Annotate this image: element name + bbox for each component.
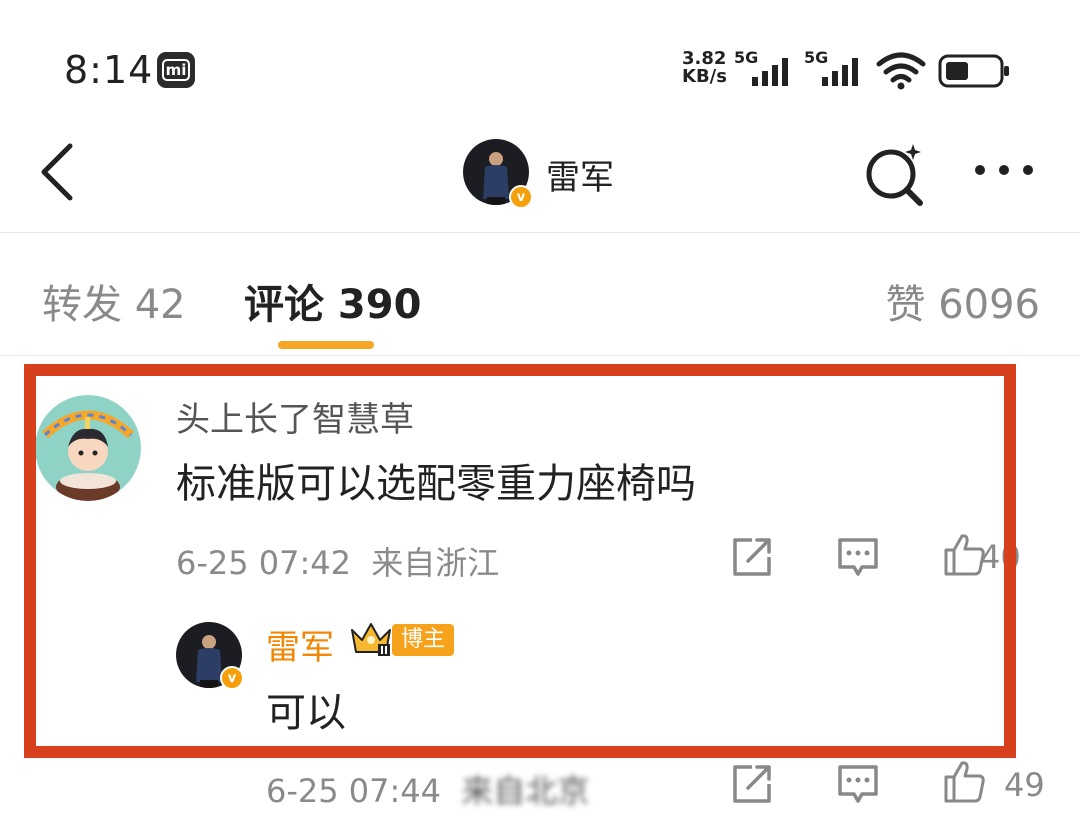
highlight-box bbox=[24, 364, 1016, 758]
tab-reposts[interactable]: 转发 42 bbox=[42, 272, 186, 330]
header-title[interactable]: 雷军 bbox=[546, 150, 614, 199]
back-arrow-icon[interactable] bbox=[38, 142, 78, 202]
reply-comment-icon-2[interactable] bbox=[836, 762, 880, 806]
mi-notification-icon: mi bbox=[157, 52, 195, 88]
signal-icon-1 bbox=[752, 58, 788, 86]
reply-location: 来自北京 bbox=[461, 772, 590, 810]
reply-like-count: 49 bbox=[1004, 766, 1045, 804]
network-speed: 3.82 KB/s bbox=[682, 48, 727, 87]
signal-icon-2 bbox=[822, 58, 858, 86]
verified-badge-icon: v bbox=[509, 185, 533, 209]
reply-like-icon[interactable] bbox=[942, 759, 986, 803]
reply-share-icon[interactable] bbox=[730, 762, 774, 806]
active-tab-indicator bbox=[278, 341, 374, 349]
battery-icon bbox=[938, 54, 1009, 88]
tab-comments[interactable]: 评论 390 bbox=[244, 272, 421, 330]
more-options-icon[interactable] bbox=[972, 160, 1036, 180]
search-icon[interactable] bbox=[862, 140, 928, 206]
header-divider bbox=[0, 232, 1080, 233]
tabs-divider bbox=[0, 355, 1080, 356]
status-time: 8:14 bbox=[64, 48, 154, 92]
reply-meta: 6-25 07:44 来自北京 bbox=[266, 766, 589, 812]
tab-likes[interactable]: 赞 6096 bbox=[885, 272, 1040, 330]
wifi-icon bbox=[876, 52, 926, 90]
reply-time: 6-25 07:44 bbox=[266, 772, 442, 810]
